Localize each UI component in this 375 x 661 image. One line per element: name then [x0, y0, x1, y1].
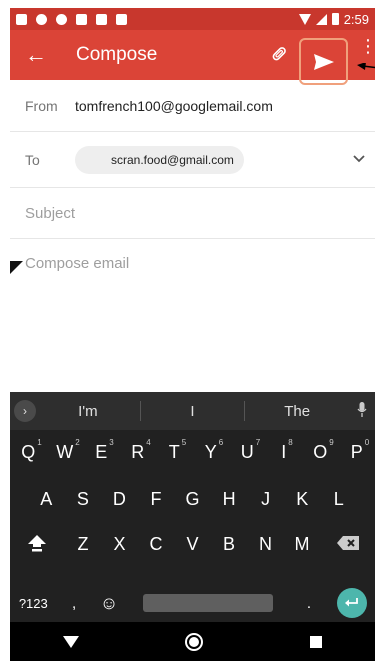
messenger-icon [36, 13, 47, 25]
emoji-key[interactable]: ☺ [92, 593, 127, 614]
key-f[interactable]: F [138, 489, 175, 510]
from-label: From [25, 97, 58, 114]
period-key[interactable]: . [290, 595, 329, 612]
battery-icon [331, 13, 339, 25]
key-m[interactable]: M [284, 534, 321, 557]
nav-home-icon[interactable] [184, 632, 204, 652]
suggestion-3[interactable]: The [245, 403, 349, 420]
mic-icon[interactable] [349, 401, 375, 421]
backspace-icon [336, 536, 359, 550]
phone-screen: 2:59 ← Compose ⋮ From tomfrench100@googl… [10, 8, 375, 661]
subject-field[interactable]: Subject [10, 205, 75, 222]
page-title: Compose [76, 44, 158, 65]
suggestion-strip: › I'm I The [10, 392, 375, 430]
key-z[interactable]: Z [65, 534, 102, 557]
to-label: To [25, 151, 40, 168]
key-u[interactable]: U7 [229, 438, 266, 463]
key-v[interactable]: V [174, 534, 211, 557]
from-row: From tomfrench100@googlemail.com [10, 80, 375, 132]
key-h[interactable]: H [211, 489, 248, 510]
symbols-key[interactable]: ?123 [10, 596, 57, 611]
key-y[interactable]: Y6 [193, 438, 230, 463]
subject-row[interactable]: Subject [10, 188, 375, 239]
compose-body[interactable]: Compose email [10, 239, 375, 389]
status-bar: 2:59 [10, 8, 375, 30]
recipient-email: scran.food@gmail.com [111, 152, 234, 167]
key-l[interactable]: L [321, 489, 358, 510]
key-row-4: ?123 , ☺ . [10, 588, 375, 618]
key-k[interactable]: K [284, 489, 321, 510]
shift-icon [28, 535, 47, 552]
nav-recents-icon[interactable] [309, 635, 323, 649]
send-button[interactable] [299, 38, 348, 85]
keyboard: › I'm I The Q1 W2 E3 R4 T5 Y6 U7 I8 O9 P… [10, 392, 375, 661]
key-c[interactable]: C [138, 534, 175, 557]
key-x[interactable]: X [101, 534, 138, 557]
app-bar: ← Compose ⋮ [10, 30, 375, 85]
attach-icon[interactable] [267, 41, 296, 70]
key-w[interactable]: W2 [47, 438, 84, 463]
key-o[interactable]: O9 [302, 438, 339, 463]
sim-icon [96, 13, 107, 25]
key-row-3: Z X C V B N M [10, 534, 375, 557]
key-s[interactable]: S [65, 489, 102, 510]
send-icon [313, 53, 334, 70]
key-row-2: A S D F G H J K L [10, 489, 375, 510]
notification-icon [16, 13, 27, 25]
clock-time: 2:59 [343, 11, 369, 27]
suggestion-1[interactable]: I'm [36, 403, 140, 420]
enter-key[interactable] [328, 588, 375, 618]
space-key[interactable] [127, 594, 290, 612]
key-i[interactable]: I8 [266, 438, 303, 463]
wifi-icon [298, 13, 311, 25]
signal-icon [315, 13, 327, 25]
gallery-icon [76, 13, 87, 25]
nav-back-icon[interactable] [62, 635, 79, 648]
back-arrow-icon[interactable]: ← [10, 42, 62, 68]
annotation-marker [10, 261, 23, 274]
key-p[interactable]: P0 [339, 438, 375, 463]
comma-key[interactable]: , [57, 595, 92, 612]
compose-email-field[interactable]: Compose email [10, 255, 129, 272]
alarm-icon [56, 13, 67, 25]
enter-icon [336, 588, 367, 618]
key-n[interactable]: N [247, 534, 284, 557]
key-b[interactable]: B [211, 534, 248, 557]
backspace-key[interactable] [320, 534, 375, 557]
key-j[interactable]: J [247, 489, 284, 510]
expand-toolbar-icon[interactable]: › [14, 400, 36, 422]
from-address[interactable]: tomfrench100@googlemail.com [75, 98, 273, 114]
key-a[interactable]: A [28, 489, 65, 510]
cast-icon [116, 13, 127, 25]
system-nav-bar [10, 622, 375, 661]
key-g[interactable]: G [174, 489, 211, 510]
key-d[interactable]: D [101, 489, 138, 510]
paperclip-icon [272, 47, 286, 61]
key-row-1: Q1 W2 E3 R4 T5 Y6 U7 I8 O9 P0 [10, 438, 375, 463]
key-r[interactable]: R4 [120, 438, 157, 463]
key-t[interactable]: T5 [156, 438, 193, 463]
chevron-down-icon[interactable] [353, 152, 365, 166]
key-e[interactable]: E3 [83, 438, 120, 463]
suggestion-2[interactable]: I [141, 403, 245, 420]
to-row[interactable]: To scran.food@gmail.com [10, 132, 375, 188]
shift-key[interactable] [10, 534, 65, 557]
recipient-chip[interactable]: scran.food@gmail.com [75, 145, 244, 174]
more-options-icon[interactable]: ⋮ [359, 37, 375, 55]
key-q[interactable]: Q1 [10, 438, 47, 463]
